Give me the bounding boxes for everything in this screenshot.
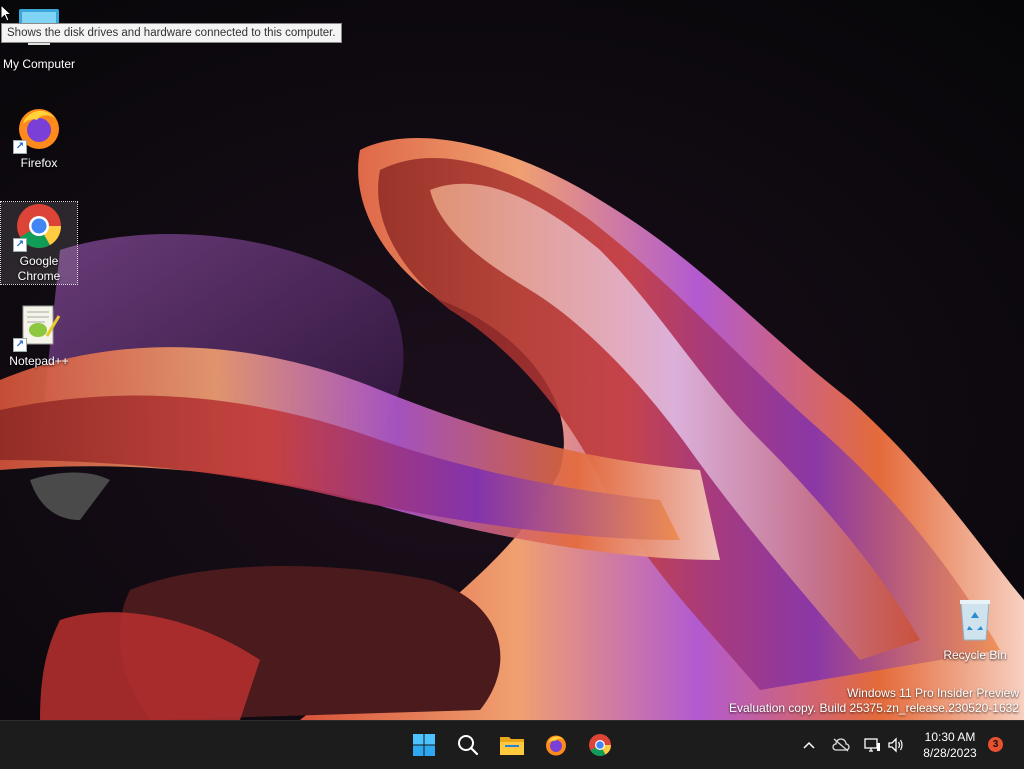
clock-time: 10:30 AM xyxy=(924,730,976,744)
shortcut-arrow-icon: ↗ xyxy=(13,238,27,252)
tooltip: Shows the disk drives and hardware conne… xyxy=(1,23,342,43)
recycle-bin-icon xyxy=(951,596,999,644)
chevron-up-icon xyxy=(803,741,815,749)
show-hidden-icons-button[interactable] xyxy=(799,735,819,755)
watermark-edition: Windows 11 Pro Insider Preview xyxy=(847,686,1019,700)
shortcut-arrow-icon: ↗ xyxy=(13,338,27,352)
watermark-build: Evaluation copy. Build 25375.zn_release.… xyxy=(729,701,1019,715)
search-icon xyxy=(458,735,479,756)
chrome-taskbar-button[interactable] xyxy=(582,727,618,763)
desktop-icon-label: Notepad++ xyxy=(9,354,69,368)
desktop-icon-label: Firefox xyxy=(20,156,58,170)
file-explorer-button[interactable] xyxy=(494,727,530,763)
desktop-icon-google-chrome[interactable]: ↗ Google Chrome xyxy=(0,201,78,285)
firefox-taskbar-button[interactable] xyxy=(538,727,574,763)
desktop-icon-label: Recycle Bin xyxy=(943,648,1007,662)
clock-date: 8/28/2023 xyxy=(923,746,977,760)
speaker-icon xyxy=(888,737,903,753)
desktop-icon-recycle-bin[interactable]: Recycle Bin xyxy=(936,596,1014,663)
desktop-icon-notepad-plus-plus[interactable]: ↗ Notepad++ xyxy=(0,302,78,369)
network-button[interactable] xyxy=(862,735,882,755)
search-button[interactable] xyxy=(450,727,486,763)
desktop-icon-firefox[interactable]: ↗ Firefox xyxy=(0,104,78,171)
onedrive-button[interactable] xyxy=(831,735,851,755)
volume-button[interactable] xyxy=(886,735,906,755)
clock[interactable]: 10:30 AM 8/28/2023 xyxy=(914,729,986,761)
chrome-icon xyxy=(589,734,611,756)
cloud-offline-icon xyxy=(832,738,850,752)
desktop-icon-label: Google Chrome xyxy=(17,254,61,283)
taskbar: 10:30 AM 8/28/2023 3 xyxy=(0,720,1024,769)
firefox-icon: ↗ xyxy=(13,104,63,154)
notepad-plus-plus-icon: ↗ xyxy=(13,302,63,352)
file-explorer-icon xyxy=(500,737,524,755)
windows-start-icon xyxy=(413,734,435,756)
notification-badge[interactable]: 3 xyxy=(988,737,1003,752)
firefox-icon xyxy=(546,735,566,756)
desktop-wallpaper xyxy=(0,0,1024,720)
chrome-icon: ↗ xyxy=(13,202,63,252)
network-icon xyxy=(864,738,880,752)
start-button[interactable] xyxy=(406,727,442,763)
desktop-icon-label: My Computer xyxy=(2,57,76,71)
mouse-cursor-icon xyxy=(0,4,12,22)
shortcut-arrow-icon: ↗ xyxy=(13,140,27,154)
windows-watermark: Windows 11 Pro Insider Preview Evaluatio… xyxy=(729,686,1019,716)
